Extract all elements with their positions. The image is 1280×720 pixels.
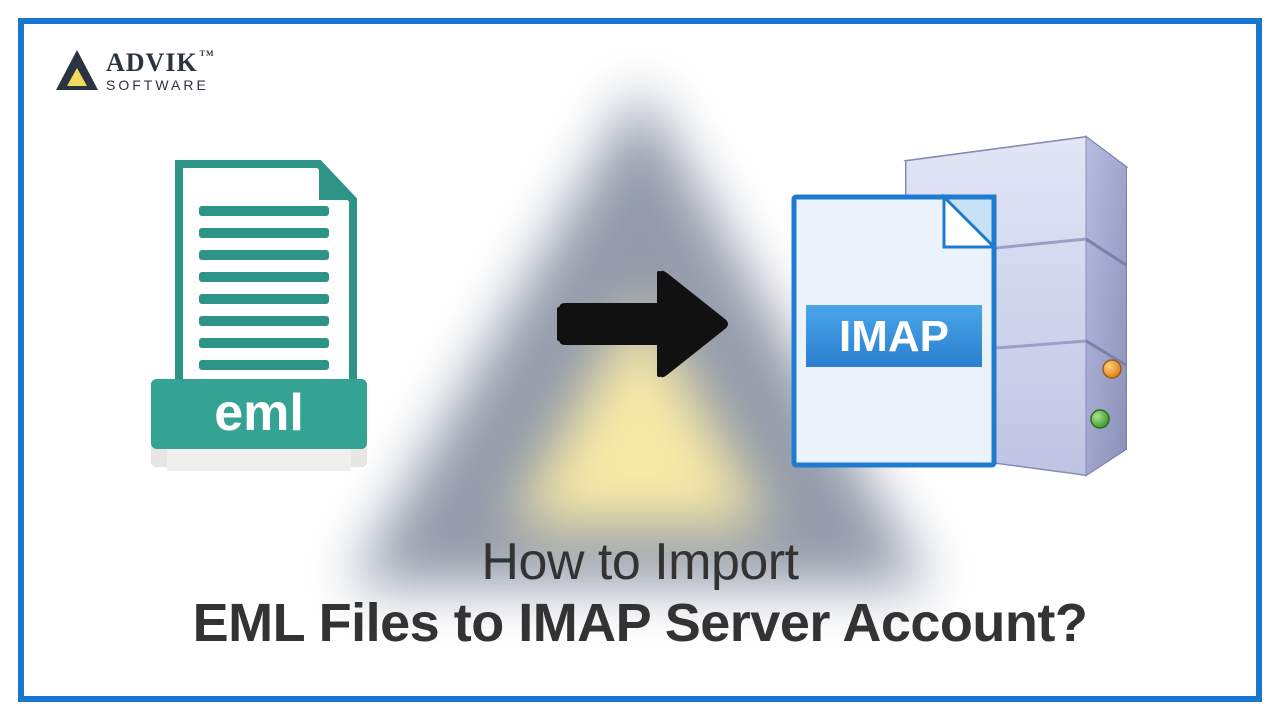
arrow-right-icon (549, 259, 729, 389)
eml-file-icon: eml (129, 154, 389, 479)
trademark: TM (200, 49, 215, 58)
main-frame: ADVIKTM SOFTWARE eml (18, 18, 1262, 702)
headline-line2: EML Files to IMAP Server Account? (193, 592, 1088, 654)
brand-sub: SOFTWARE (106, 78, 215, 92)
advik-logo: ADVIKTM SOFTWARE (54, 48, 215, 94)
headline: How to Import EML Files to IMAP Server A… (193, 532, 1088, 654)
eml-label-text: eml (214, 384, 304, 442)
advik-logo-icon (54, 48, 100, 94)
imap-label-text: IMAP (839, 312, 949, 361)
brand-name: ADVIK (106, 48, 198, 77)
imap-server-icon: IMAP (776, 119, 1156, 489)
advik-logo-text: ADVIKTM SOFTWARE (106, 50, 215, 92)
headline-line1: How to Import (193, 532, 1088, 592)
